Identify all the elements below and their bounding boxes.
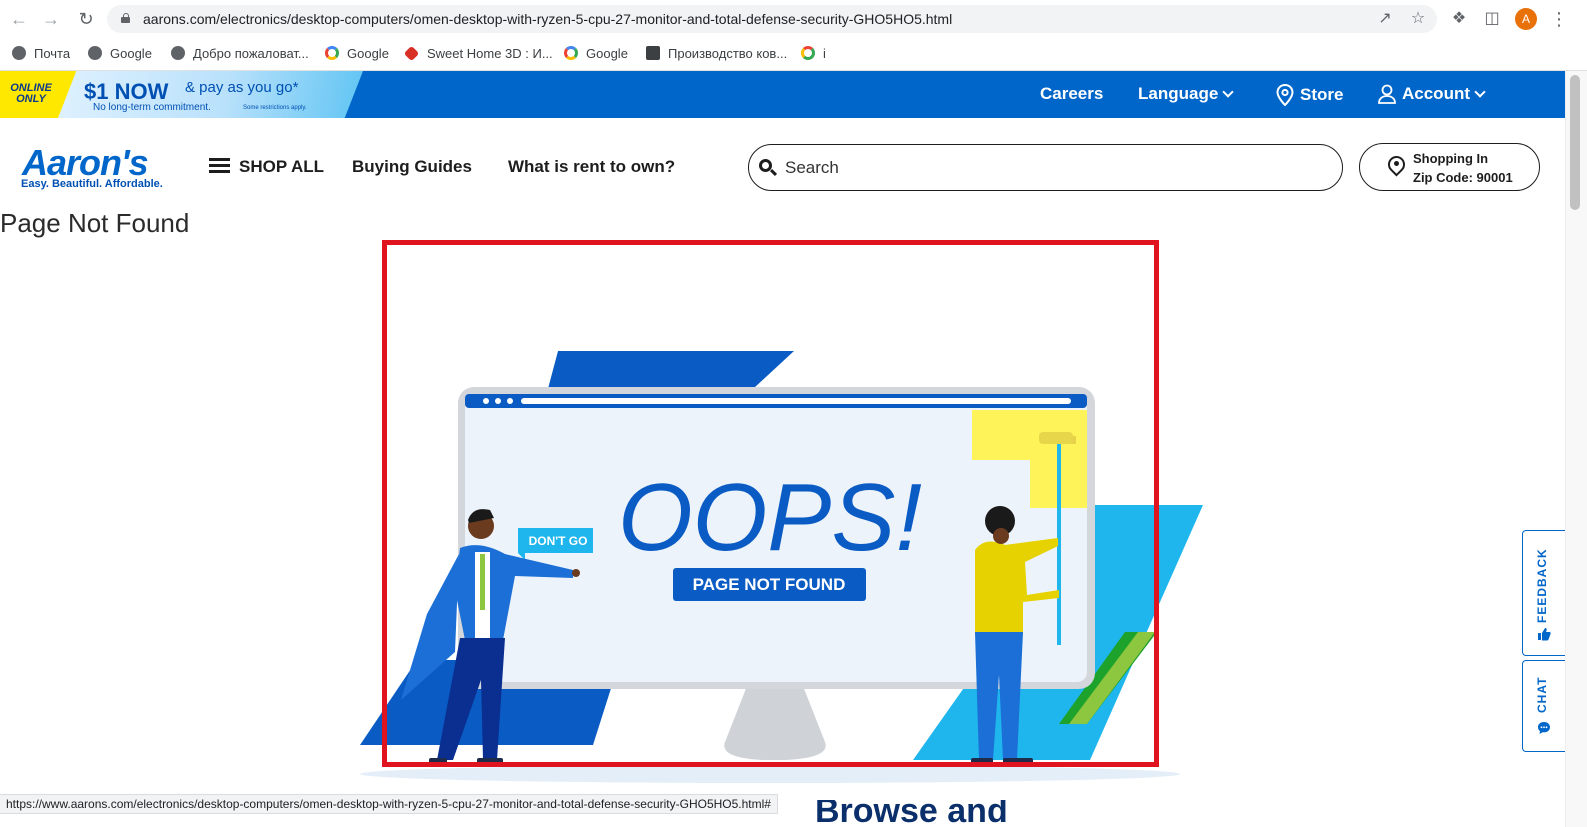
extensions-puzzle-icon[interactable]: ❖ [1448, 8, 1470, 30]
bookmark-item[interactable]: Sweet Home 3D : И... [403, 44, 553, 62]
bookmark-star-icon[interactable]: ☆ [1408, 9, 1428, 29]
globe-icon [12, 46, 26, 60]
location-pin-icon [1384, 152, 1409, 178]
side-panel-icon[interactable]: ◫ [1481, 8, 1503, 30]
scrollbar-thumb[interactable] [1570, 75, 1580, 210]
section-heading: Browse and [815, 800, 1008, 827]
search-input[interactable] [785, 154, 1325, 181]
location-pin-icon [1276, 84, 1294, 106]
share-icon[interactable]: ↗ [1375, 9, 1395, 29]
speech-bubble-text: DON'T GO [529, 534, 588, 548]
promo-fineprint: Some restrictions apply. [243, 105, 307, 111]
google-icon [564, 46, 578, 60]
careers-link[interactable]: Careers [1040, 84, 1103, 104]
page-not-found-illustration: OOPS! PAGE NOT FOUND DON'T GO [360, 351, 1203, 783]
page-scrollbar[interactable] [1565, 71, 1587, 827]
browser-menu-icon[interactable]: ⋮ [1550, 8, 1568, 30]
logo-tagline: Easy. Beautiful. Affordable. [21, 178, 163, 190]
reload-icon[interactable]: ↻ [75, 8, 97, 30]
bookmarks-bar: Почта Google Добро пожаловат... Google S… [0, 40, 1587, 66]
promo-banner[interactable]: ONLINE ONLY $1 NOW & pay as you go* No l… [0, 71, 365, 118]
shop-all-link[interactable]: SHOP ALL [239, 157, 324, 177]
zip-value: Zip Code: 90001 [1413, 170, 1513, 185]
thumbs-up-icon [1538, 628, 1551, 641]
google-icon [325, 46, 339, 60]
search-icon[interactable] [759, 159, 778, 177]
store-link[interactable]: Store [1276, 84, 1343, 106]
status-bar: https://www.aarons.com/electronics/deskt… [0, 794, 778, 814]
feedback-tab[interactable]: FEEDBACK [1522, 530, 1565, 656]
rent-to-own-link[interactable]: What is rent to own? [508, 157, 675, 177]
site-header: Aaron's Easy. Beautiful. Affordable. SHO… [0, 118, 1565, 210]
bookmark-item[interactable]: Google [325, 44, 389, 62]
floor-shadow [360, 765, 1180, 783]
chevron-down-icon [1474, 86, 1486, 98]
oops-text: OOPS! [618, 464, 922, 571]
globe-icon [171, 46, 185, 60]
window-dot [507, 398, 513, 404]
bookmark-item[interactable]: Google [88, 44, 152, 62]
address-bar[interactable]: aarons.com/electronics/desktop-computers… [107, 5, 1437, 33]
zip-label: Shopping In [1413, 151, 1489, 166]
site-topbar: ONLINE ONLY $1 NOW & pay as you go* No l… [0, 71, 1565, 118]
buying-guides-link[interactable]: Buying Guides [352, 157, 472, 177]
account-menu[interactable]: Account [1378, 84, 1486, 104]
back-arrow-icon[interactable]: ← [8, 8, 30, 30]
chevron-down-icon [1222, 86, 1234, 98]
promo-badge: ONLINE ONLY [10, 82, 52, 105]
bookmark-item[interactable]: Почта [12, 44, 70, 62]
bookmark-item[interactable]: i [801, 44, 826, 62]
profile-avatar[interactable]: A [1515, 8, 1537, 30]
browser-chrome: ← → ↻ aarons.com/electronics/desktop-com… [0, 0, 1587, 71]
ring-icon [801, 46, 815, 60]
zip-code-button[interactable]: Shopping In Zip Code: 90001 [1359, 143, 1540, 191]
bookmark-item[interactable]: Google [564, 44, 628, 62]
window-dot [495, 398, 501, 404]
address-url[interactable]: aarons.com/electronics/desktop-computers… [143, 11, 952, 27]
sweethome-icon [403, 45, 420, 61]
chat-bubble-icon [1538, 722, 1550, 734]
bookmark-item[interactable]: Производство ков... [646, 44, 787, 62]
user-icon [1378, 84, 1396, 104]
search-box[interactable] [748, 144, 1343, 191]
window-dot [483, 398, 489, 404]
page-title: Page Not Found [0, 208, 190, 238]
promo-headline-rest: & pay as you go* [185, 79, 299, 96]
carpet-icon [646, 46, 660, 60]
page-not-found-label: PAGE NOT FOUND [693, 575, 846, 594]
lock-icon [121, 13, 130, 23]
language-menu[interactable]: Language [1138, 84, 1234, 104]
promo-subline: No long-term commitment. [93, 102, 211, 113]
globe-icon [88, 46, 102, 60]
bookmark-item[interactable]: Добро пожаловат... [171, 44, 309, 62]
hamburger-menu-icon[interactable] [209, 158, 230, 173]
forward-arrow-icon[interactable]: → [40, 8, 62, 30]
monitor-stand [724, 686, 826, 760]
browser-address-line [521, 398, 1071, 404]
chat-tab[interactable]: CHAT [1522, 660, 1565, 752]
